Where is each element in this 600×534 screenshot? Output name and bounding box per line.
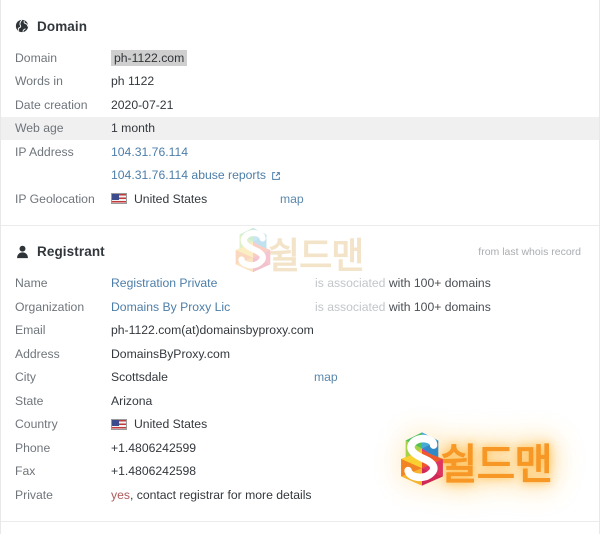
- row-value-private: yes, contact registrar for more details: [111, 488, 585, 502]
- globe-icon: [15, 19, 29, 33]
- table-row-country: Country United States: [1, 413, 599, 437]
- abuse-reports-link[interactable]: 104.31.76.114 abuse reports: [111, 168, 266, 182]
- geolocation-country: United States: [134, 191, 208, 206]
- registrant-section-title: Registrant: [37, 244, 105, 259]
- person-icon: [15, 245, 29, 259]
- table-row-state: State Arizona: [1, 389, 599, 413]
- row-value-web-age: 1 month: [111, 121, 156, 136]
- row-value-phone: +1.4806242599: [111, 440, 197, 455]
- table-row-fax: Fax +1.4806242598: [1, 460, 599, 484]
- name-assoc-prefix: is associated: [315, 276, 386, 291]
- registrant-section-header: Registrant from last whois record: [1, 232, 599, 272]
- private-flag-note: , contact registrar for more details: [129, 487, 312, 502]
- row-label-ip-address: IP Address: [15, 144, 74, 159]
- us-flag-icon: [111, 418, 127, 430]
- table-row-address: Address DomainsByProxy.com: [1, 342, 599, 366]
- row-label-date-creation: Date creation: [15, 97, 88, 112]
- table-row-private: Private yes, contact registrar for more …: [1, 483, 599, 507]
- org-assoc-suffix: with 100+ domains: [385, 299, 491, 314]
- row-value-words-in: ph 1122: [111, 74, 155, 89]
- row-value-address: DomainsByProxy.com: [111, 346, 230, 361]
- registrant-name-link[interactable]: Registration Private: [111, 276, 217, 290]
- table-row-email: Email ph-1122.com(at)domainsbyproxy.com: [1, 319, 599, 343]
- country-name: United States: [134, 417, 208, 432]
- org-assoc-prefix: is associated: [315, 299, 386, 314]
- row-value-state: Arizona: [111, 393, 153, 408]
- row-value-date-creation: 2020-07-21: [111, 97, 174, 112]
- name-association-note: is associated with 100+ domains: [315, 276, 491, 290]
- domain-bottom-spacer: [1, 211, 599, 225]
- row-label-state: State: [15, 393, 44, 408]
- row-value-abuse-reports: 104.31.76.114 abuse reports: [111, 168, 585, 182]
- row-label-ip-geolocation: IP Geolocation: [15, 191, 95, 206]
- table-row-ip-geolocation: IP Geolocation United States map: [1, 187, 599, 211]
- private-flag-value: yes: [111, 487, 130, 502]
- row-label-web-age: Web age: [15, 121, 64, 136]
- name-assoc-suffix: with 100+ domains: [385, 276, 491, 291]
- row-label-name: Name: [15, 276, 48, 291]
- row-label-email: Email: [15, 323, 46, 338]
- row-label-organization: Organization: [15, 299, 85, 314]
- table-row-ip-address: IP Address 104.31.76.114: [1, 140, 599, 164]
- section-divider: [1, 224, 599, 226]
- table-row-words-in: Words in ph 1122: [1, 70, 599, 94]
- row-value-ip-geolocation: United States: [111, 192, 585, 206]
- whois-report-page: 쉴드맨 쉴드맨 Domain Domain ph-1122.com Words …: [0, 0, 600, 534]
- table-row-phone: Phone +1.4806242599: [1, 436, 599, 460]
- geolocation-map-link[interactable]: map: [280, 192, 304, 206]
- row-label-private: Private: [15, 487, 53, 502]
- organization-association-note: is associated with 100+ domains: [315, 300, 491, 314]
- row-label-city: City: [15, 370, 36, 385]
- row-label-phone: Phone: [15, 440, 51, 455]
- row-label-address: Address: [15, 346, 60, 361]
- table-row-name: Name Registration Private is associated …: [1, 272, 599, 296]
- row-value-country: United States: [111, 417, 585, 431]
- table-row-organization: Organization Domains By Proxy Lic is ass…: [1, 295, 599, 319]
- row-value-domain: ph-1122.com: [111, 49, 585, 66]
- registrant-source-note: from last whois record: [478, 245, 581, 258]
- row-label-fax: Fax: [15, 464, 36, 479]
- row-value-fax: +1.4806242598: [111, 464, 197, 479]
- row-value-ip-address: 104.31.76.114: [111, 145, 585, 159]
- city-map-link[interactable]: map: [314, 370, 338, 384]
- domain-section-title: Domain: [37, 18, 88, 34]
- table-row-city: City Scottsdale map: [1, 366, 599, 390]
- registrant-organization-link[interactable]: Domains By Proxy Lic: [111, 300, 230, 314]
- table-row-domain: Domain ph-1122.com: [1, 46, 599, 70]
- row-value-city: Scottsdale: [111, 370, 168, 385]
- domain-value-highlighted[interactable]: ph-1122.com: [111, 49, 188, 66]
- table-row-web-age: Web age 1 month: [1, 116, 599, 140]
- us-flag-icon: [111, 193, 127, 205]
- row-label-country: Country: [15, 417, 58, 432]
- external-link-icon[interactable]: [271, 170, 281, 181]
- domain-section-header: Domain: [1, 6, 599, 46]
- table-row-date-creation: Date creation 2020-07-21: [1, 93, 599, 117]
- row-value-email: ph-1122.com(at)domainsbyproxy.com: [111, 323, 314, 338]
- row-label-domain: Domain: [15, 50, 57, 65]
- registrant-rows: Name Registration Private is associated …: [1, 272, 599, 507]
- domain-rows: Domain ph-1122.com Words in ph 1122 Date…: [1, 46, 599, 211]
- registrant-bottom-spacer: [1, 507, 599, 521]
- row-label-words-in: Words in: [15, 74, 63, 89]
- table-row-abuse-reports: 104.31.76.114 abuse reports: [1, 164, 599, 188]
- bottom-divider: [1, 520, 599, 522]
- ip-address-link[interactable]: 104.31.76.114: [111, 145, 188, 159]
